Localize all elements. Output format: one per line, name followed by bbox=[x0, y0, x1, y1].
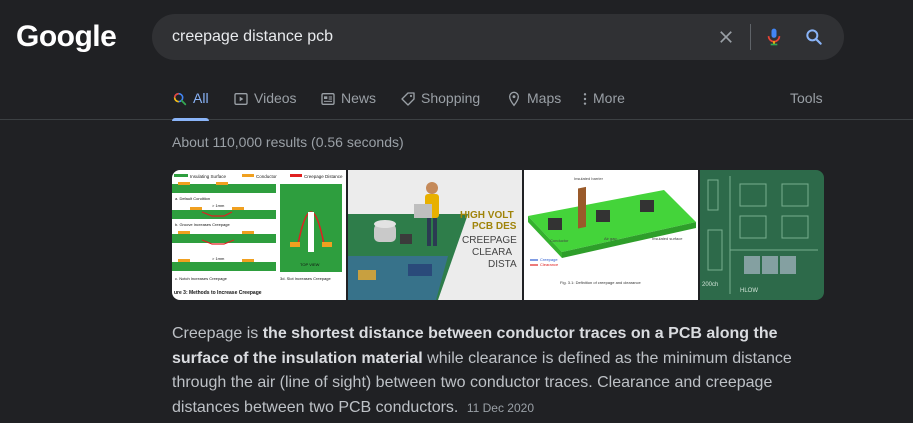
tab-label: Maps bbox=[527, 90, 562, 106]
featured-snippet: Creepage is the shortest distance betwee… bbox=[172, 322, 792, 420]
news-icon bbox=[321, 93, 335, 105]
image-results-strip: Insulating Surface Conductor Creepage Di… bbox=[172, 170, 824, 300]
tab-label: More bbox=[593, 90, 625, 106]
svg-text:b. Groove Increases Creepage: b. Groove Increases Creepage bbox=[175, 222, 230, 227]
tab-news[interactable]: News bbox=[320, 86, 376, 120]
search-icon bbox=[173, 92, 187, 106]
tag-icon bbox=[401, 92, 415, 106]
svg-text:Conductor: Conductor bbox=[256, 174, 277, 179]
google-logo[interactable]: Google bbox=[16, 20, 117, 54]
tab-label: All bbox=[193, 90, 209, 106]
svg-text:200ch: 200ch bbox=[702, 282, 718, 288]
svg-text:Insulated barrier: Insulated barrier bbox=[574, 176, 604, 181]
search-icon[interactable] bbox=[804, 27, 824, 47]
svg-text:CREEPAGE: CREEPAGE bbox=[462, 235, 517, 246]
creepage-clearance-definition: Insulated barrier Conductor Air gap Insu… bbox=[524, 170, 698, 300]
svg-text:CLEARA: CLEARA bbox=[472, 247, 512, 258]
svg-text:Air gap: Air gap bbox=[604, 236, 617, 241]
svg-text:> 1mm: > 1mm bbox=[212, 256, 225, 261]
search-input[interactable] bbox=[172, 14, 692, 60]
svg-text:DISTA: DISTA bbox=[488, 259, 517, 270]
svg-text:TOP VIEW: TOP VIEW bbox=[300, 262, 320, 267]
image-result[interactable]: HIGH VOLT PCB DES CREEPAGE CLEARA DISTA bbox=[348, 170, 522, 300]
tab-maps[interactable]: Maps bbox=[506, 86, 561, 120]
tools-label: Tools bbox=[790, 90, 823, 106]
high-voltage-pcb-illustration: HIGH VOLT PCB DES CREEPAGE CLEARA DISTA bbox=[348, 170, 522, 300]
tools-button[interactable]: Tools bbox=[790, 86, 823, 120]
svg-text:a. Default Condition: a. Default Condition bbox=[175, 196, 210, 201]
svg-text:Clearance: Clearance bbox=[540, 262, 559, 267]
snippet-prefix: Creepage is bbox=[172, 325, 263, 342]
svg-text:Fig. 3.1: Definition of creepa: Fig. 3.1: Definition of creepage and cle… bbox=[560, 280, 641, 285]
svg-text:Insulated surface: Insulated surface bbox=[652, 236, 683, 241]
creepage-methods-diagram: Insulating Surface Conductor Creepage Di… bbox=[172, 170, 346, 300]
tab-videos[interactable]: Videos bbox=[233, 86, 297, 120]
svg-text:3d. Slot Increases Creepage: 3d. Slot Increases Creepage bbox=[280, 276, 331, 281]
svg-text:c. Notch Increases Creepage: c. Notch Increases Creepage bbox=[175, 276, 228, 281]
image-result[interactable]: Insulating Surface Conductor Creepage Di… bbox=[172, 170, 346, 300]
tab-label: News bbox=[341, 90, 377, 106]
tab-label: Videos bbox=[254, 90, 297, 106]
svg-text:Creepage Distance: Creepage Distance bbox=[304, 174, 343, 179]
tab-more[interactable]: More bbox=[580, 86, 625, 120]
svg-text:ure 3: Methods to Increase Cre: ure 3: Methods to Increase Creepage bbox=[174, 290, 262, 296]
more-vert-icon bbox=[583, 93, 587, 105]
svg-text:PCB DES: PCB DES bbox=[472, 221, 517, 232]
svg-text:HIGH VOLT: HIGH VOLT bbox=[460, 210, 514, 221]
microphone-icon[interactable] bbox=[764, 27, 784, 47]
play-icon bbox=[234, 93, 248, 105]
image-result[interactable]: HLOW 200ch bbox=[700, 170, 824, 300]
snippet-date: 11 Dec 2020 bbox=[466, 400, 534, 415]
search-tabs: All Videos News Shopping Maps More Tools bbox=[172, 86, 872, 121]
image-result[interactable]: Insulated barrier Conductor Air gap Insu… bbox=[524, 170, 698, 300]
tab-all[interactable]: All bbox=[172, 86, 209, 121]
search-header: Google All bbox=[0, 0, 913, 121]
svg-text:Conductor: Conductor bbox=[550, 238, 569, 243]
pcb-board-photo: HLOW 200ch bbox=[700, 170, 824, 300]
map-pin-icon bbox=[508, 91, 520, 107]
clear-icon[interactable] bbox=[716, 27, 736, 47]
result-stats: About 110,000 results (0.56 seconds) bbox=[172, 134, 404, 150]
svg-text:Insulating Surface: Insulating Surface bbox=[190, 174, 227, 179]
svg-text:> 1mm: > 1mm bbox=[212, 203, 225, 208]
svg-text:HLOW: HLOW bbox=[740, 288, 758, 294]
search-divider bbox=[750, 24, 751, 50]
search-box[interactable] bbox=[152, 14, 844, 60]
active-tab-indicator bbox=[172, 118, 209, 121]
tab-label: Shopping bbox=[421, 90, 481, 106]
tab-shopping[interactable]: Shopping bbox=[400, 86, 480, 120]
